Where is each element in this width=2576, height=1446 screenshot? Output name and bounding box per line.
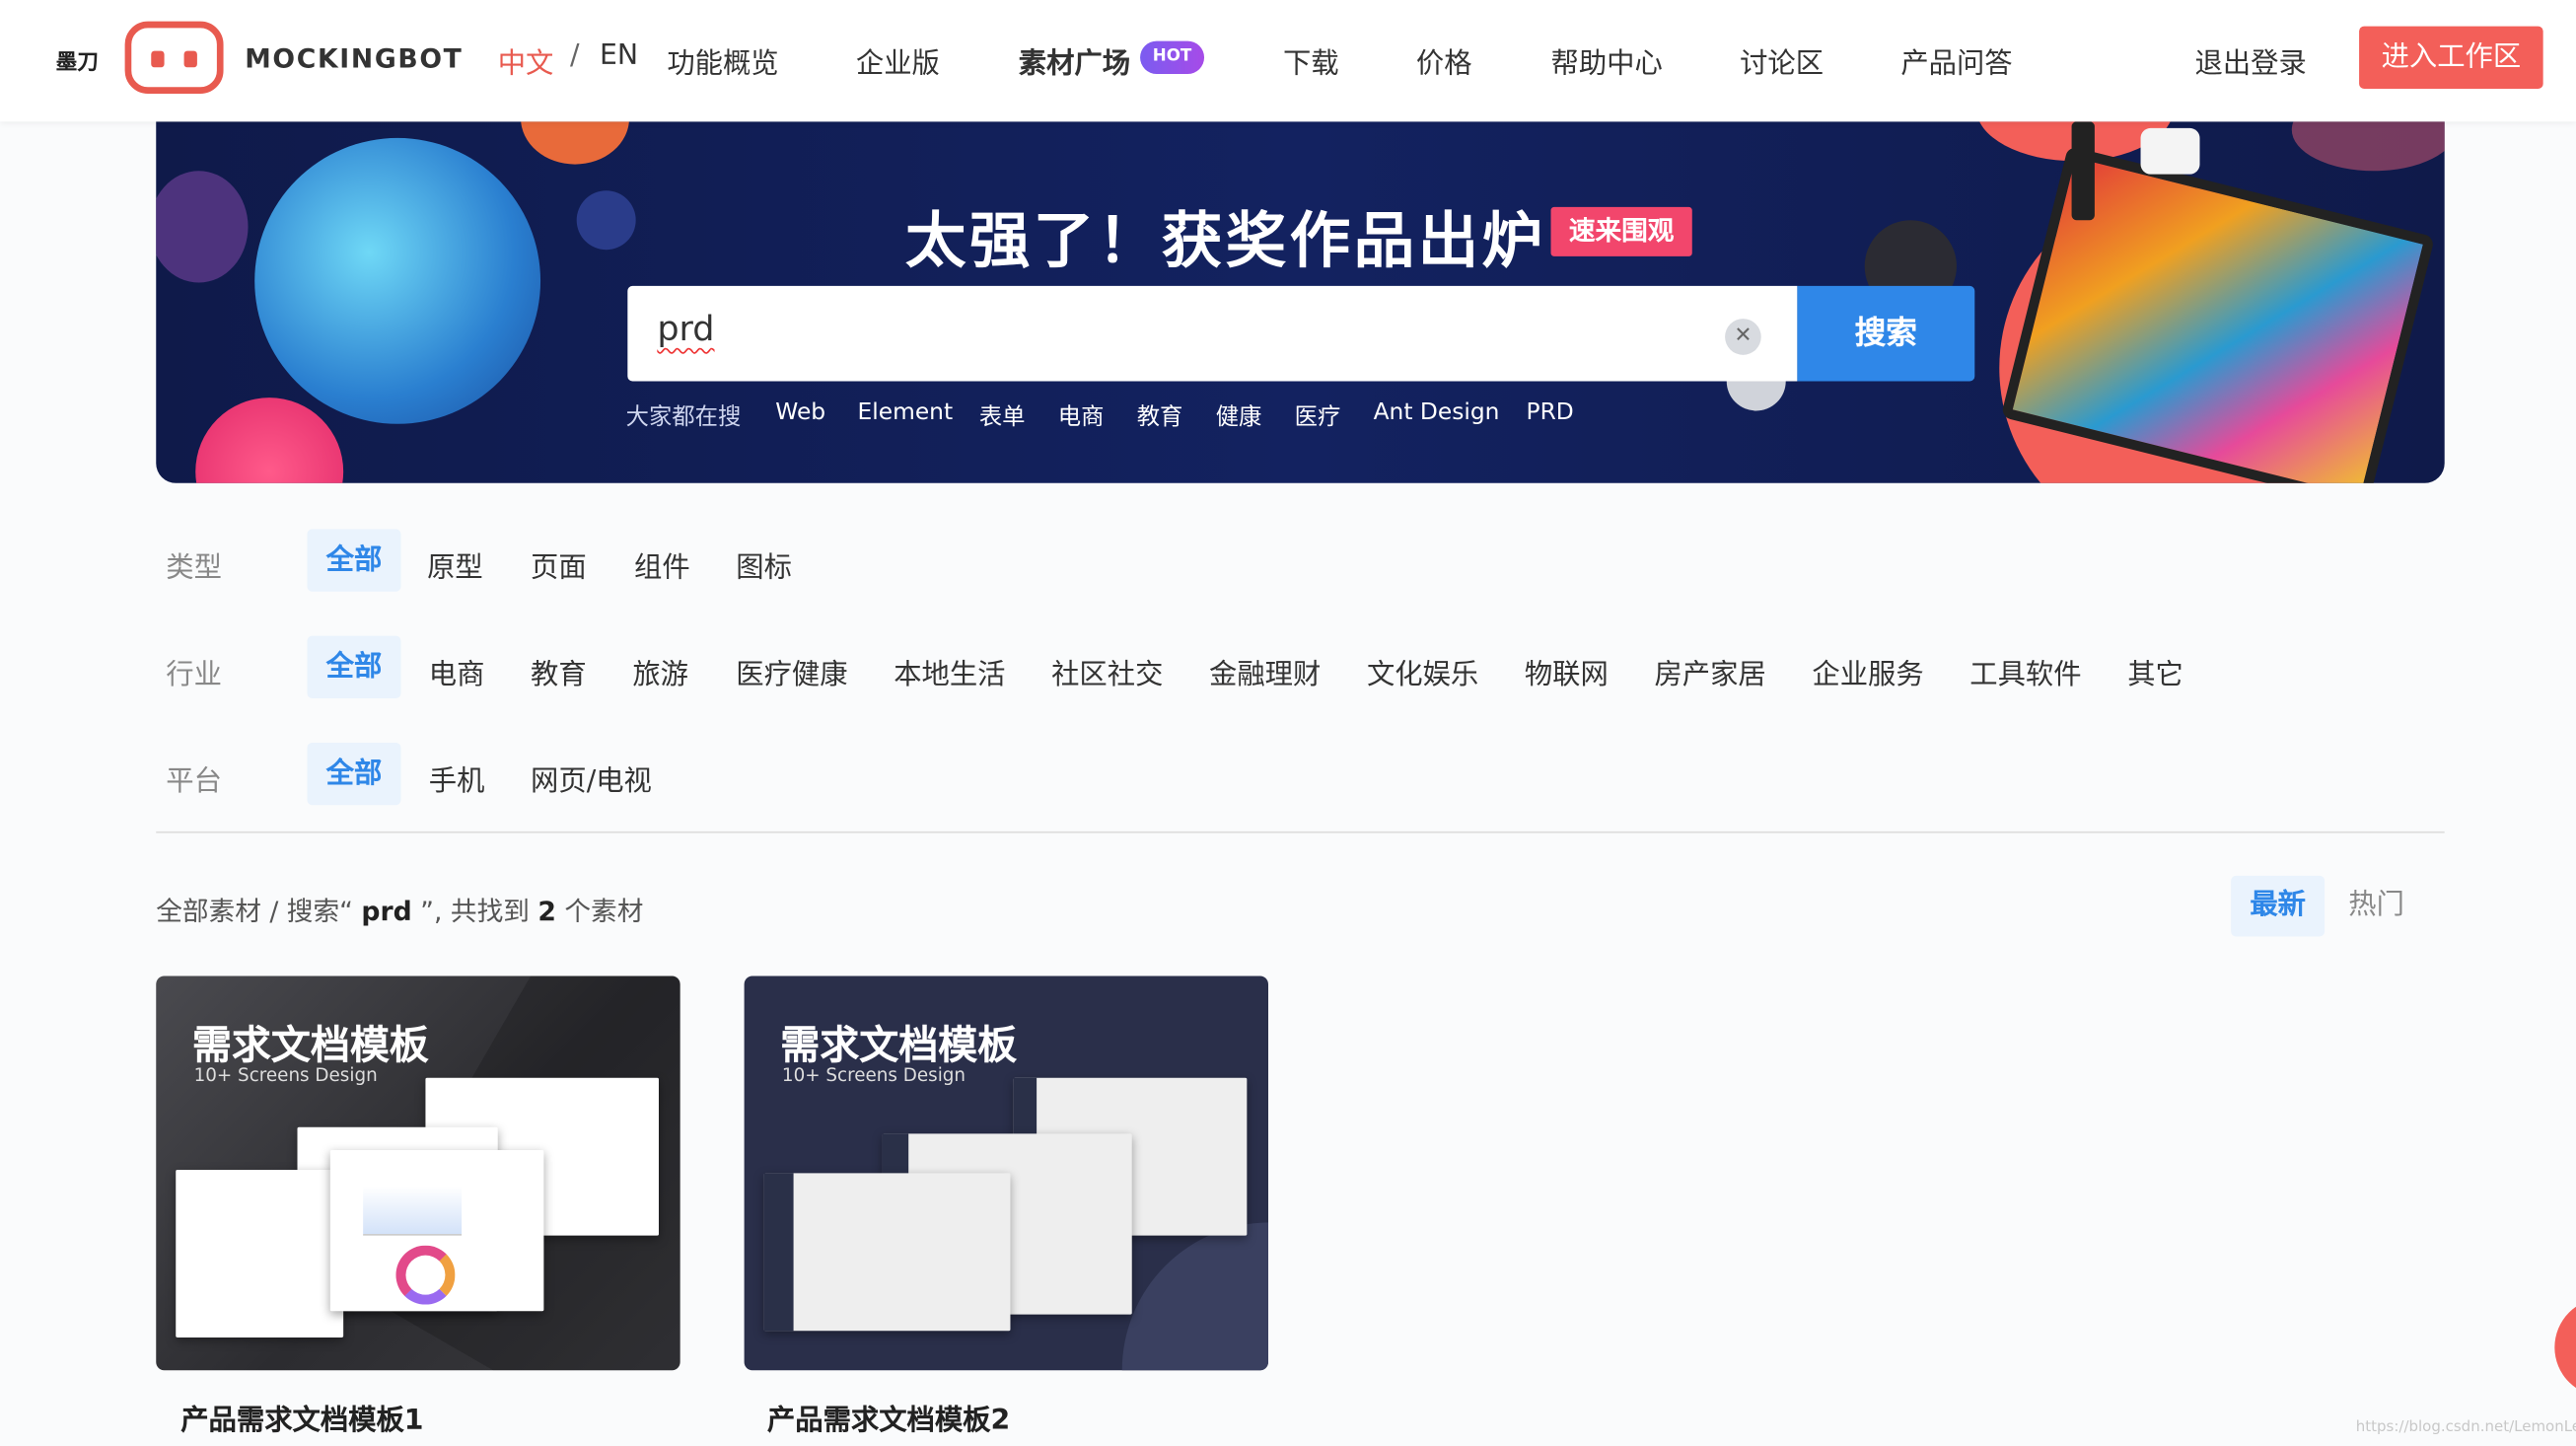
type-option-all[interactable]: 全部 bbox=[307, 529, 401, 592]
type-option-page[interactable]: 页面 bbox=[531, 543, 587, 585]
laptop-image bbox=[2000, 145, 2435, 483]
search-input-value[interactable]: prd bbox=[657, 309, 714, 348]
type-option-prototype[interactable]: 原型 bbox=[427, 543, 483, 585]
industry-option[interactable]: 工具软件 bbox=[1969, 651, 2081, 691]
industry-option[interactable]: 房产家居 bbox=[1654, 651, 1765, 691]
floating-help-button[interactable] bbox=[2554, 1297, 2576, 1397]
hot-term-form[interactable]: 表单 bbox=[979, 399, 1026, 432]
result-query: prd bbox=[361, 895, 412, 927]
device-image bbox=[2071, 121, 2095, 221]
platform-option-all[interactable]: 全部 bbox=[307, 742, 401, 806]
nav-features[interactable]: 功能概览 bbox=[667, 39, 778, 80]
industry-option[interactable]: 社区社交 bbox=[1051, 651, 1163, 691]
decor-circle bbox=[2291, 121, 2445, 172]
card-cover-title: 需求文档模板 bbox=[191, 1022, 429, 1068]
nav-enterprise[interactable]: 企业版 bbox=[856, 39, 940, 80]
logo-cn-text: 墨刀 bbox=[55, 50, 99, 76]
promo-banner[interactable]: 太强了！获奖作品出炉 速来围观 prd ✕ 搜索 大家都在搜 Web Eleme… bbox=[156, 121, 2445, 483]
result-count: 2 bbox=[537, 895, 556, 927]
industry-option[interactable]: 企业服务 bbox=[1812, 651, 1923, 691]
mockingbot-logo-icon[interactable] bbox=[124, 21, 224, 94]
hot-term-prd[interactable]: PRD bbox=[1527, 399, 1574, 426]
filter-label-type: 类型 bbox=[166, 551, 222, 586]
logout-link[interactable]: 退出登录 bbox=[2195, 39, 2307, 80]
decor-circle bbox=[521, 121, 630, 165]
platform-option-mobile[interactable]: 手机 bbox=[429, 758, 485, 798]
decor-circle bbox=[576, 190, 636, 251]
hot-search-label: 大家都在搜 bbox=[625, 403, 742, 431]
result-summary: 全部素材 / 搜索“ prd ”, 共找到 2 个素材 bbox=[156, 895, 644, 927]
banner-title: 太强了！获奖作品出炉 bbox=[904, 205, 1546, 276]
hot-term-medical[interactable]: 医疗 bbox=[1295, 399, 1341, 432]
card-cover-subtitle: 10+ Screens Design bbox=[193, 1064, 378, 1087]
industry-option[interactable]: 物联网 bbox=[1525, 651, 1609, 691]
card-cover-title: 需求文档模板 bbox=[780, 1022, 1018, 1068]
earbuds-image bbox=[2140, 127, 2200, 175]
enter-workspace-button[interactable]: 进入工作区 bbox=[2359, 26, 2543, 89]
hot-term-health[interactable]: 健康 bbox=[1216, 399, 1262, 432]
industry-option[interactable]: 旅游 bbox=[632, 651, 688, 691]
watermark-text: https://blog.csdn.net/LemonLe bbox=[2355, 1419, 2576, 1436]
decor-circle bbox=[254, 137, 541, 424]
hot-term-ecommerce[interactable]: 电商 bbox=[1058, 399, 1105, 432]
mini-donut bbox=[395, 1245, 456, 1305]
industry-option-all[interactable]: 全部 bbox=[307, 635, 401, 698]
filter-label-industry: 行业 bbox=[166, 658, 222, 692]
screen-mockup bbox=[329, 1150, 544, 1312]
clear-icon[interactable]: ✕ bbox=[1725, 319, 1761, 355]
card-name-2[interactable]: 产品需求文档模板2 bbox=[767, 1397, 1010, 1437]
industry-option[interactable]: 医疗健康 bbox=[736, 651, 847, 691]
industry-option[interactable]: 电商 bbox=[429, 651, 485, 691]
template-card-1[interactable]: 需求文档模板 10+ Screens Design bbox=[156, 976, 680, 1371]
platform-option-web-tv[interactable]: 网页/电视 bbox=[531, 758, 652, 798]
banner-tag[interactable]: 速来围观 bbox=[1550, 206, 1692, 256]
hot-term-ant-design[interactable]: Ant Design bbox=[1374, 399, 1500, 426]
hot-term-element[interactable]: Element bbox=[858, 399, 954, 426]
nav-product-qa[interactable]: 产品问答 bbox=[1900, 39, 2012, 80]
industry-option[interactable]: 文化娱乐 bbox=[1367, 651, 1478, 691]
hot-term-web[interactable]: Web bbox=[775, 399, 825, 426]
decor-circle bbox=[156, 171, 249, 283]
type-option-icon[interactable]: 图标 bbox=[736, 543, 792, 585]
sort-hot-button[interactable]: 热门 bbox=[2329, 876, 2423, 937]
template-card-2[interactable]: 需求文档模板 10+ Screens Design bbox=[744, 976, 1268, 1371]
section-divider bbox=[156, 831, 2445, 833]
top-header: 墨刀 MOCKINGBOT 中文 / EN 功能概览 企业版 素材广场 HOT … bbox=[0, 0, 2576, 122]
hot-badge: HOT bbox=[1140, 40, 1205, 74]
search-button[interactable]: 搜索 bbox=[1797, 285, 1975, 382]
industry-option[interactable]: 金融理财 bbox=[1209, 651, 1321, 691]
lang-separator: / bbox=[570, 38, 580, 73]
industry-option[interactable]: 其它 bbox=[2127, 651, 2183, 691]
mini-chart bbox=[363, 1186, 463, 1236]
nav-pricing[interactable]: 价格 bbox=[1416, 39, 1472, 80]
sort-latest-button[interactable]: 最新 bbox=[2231, 875, 2326, 937]
industry-option[interactable]: 教育 bbox=[531, 651, 587, 691]
nav-materials[interactable]: 素材广场 bbox=[1019, 39, 1130, 80]
screen-mockup bbox=[763, 1173, 1011, 1332]
filter-label-platform: 平台 bbox=[166, 765, 222, 799]
card-name-1[interactable]: 产品需求文档模板1 bbox=[180, 1397, 423, 1437]
lang-en-link[interactable]: EN bbox=[600, 39, 638, 72]
logo-en-text[interactable]: MOCKINGBOT bbox=[245, 42, 463, 74]
card-cover-subtitle: 10+ Screens Design bbox=[781, 1064, 966, 1087]
cover-decor bbox=[1121, 1222, 1268, 1371]
type-option-component[interactable]: 组件 bbox=[634, 543, 690, 585]
nav-forum[interactable]: 讨论区 bbox=[1740, 39, 1824, 80]
screen-mockup bbox=[176, 1170, 344, 1338]
search-input[interactable]: prd ✕ bbox=[627, 285, 1798, 382]
hot-term-education[interactable]: 教育 bbox=[1137, 399, 1183, 432]
nav-download[interactable]: 下载 bbox=[1283, 39, 1339, 80]
industry-option[interactable]: 本地生活 bbox=[894, 651, 1005, 691]
lang-zh-link[interactable]: 中文 bbox=[498, 39, 554, 80]
decor-circle bbox=[195, 398, 344, 483]
nav-help-center[interactable]: 帮助中心 bbox=[1551, 39, 1663, 80]
